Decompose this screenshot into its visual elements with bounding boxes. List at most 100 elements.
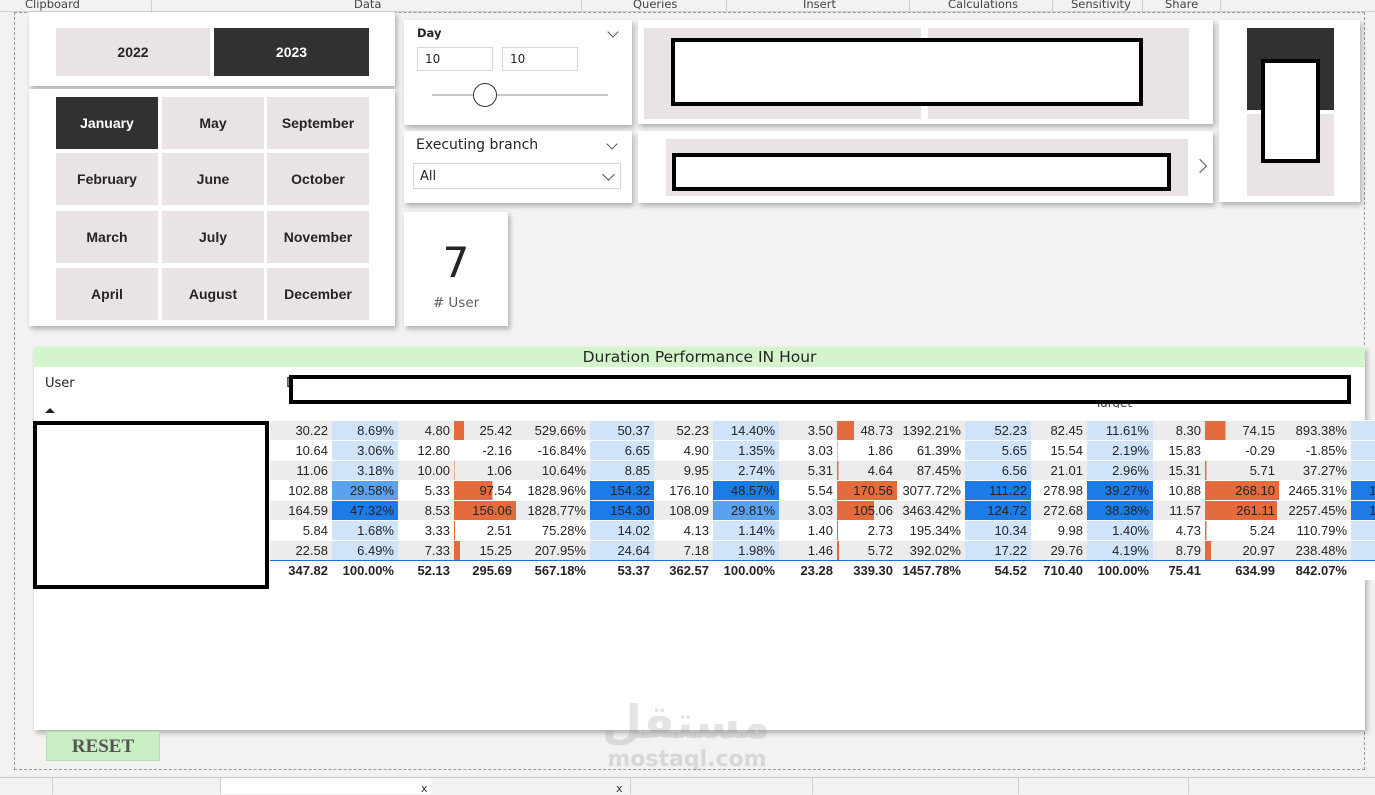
table-cell: 20.97 (1205, 540, 1279, 561)
table-total-cell: 23.28 (779, 560, 837, 580)
table-cell: 15.54 (1031, 440, 1087, 461)
table-cell: 176.10 (654, 480, 713, 501)
table-total-cell: 634.99 (1205, 560, 1279, 580)
ribbon-insert[interactable]: Insert (803, 0, 836, 11)
redacted-visual-right (1219, 20, 1360, 202)
month-june-button[interactable]: June (162, 153, 264, 205)
month-september-button[interactable]: September (267, 97, 369, 149)
month-july-button[interactable]: July (162, 211, 264, 263)
table-cell: 123.99 (1351, 480, 1375, 501)
table-total-cell: 567.18% (516, 560, 590, 580)
month-october-button[interactable]: October (267, 153, 369, 205)
table-cell: 5.65 (965, 440, 1031, 461)
redaction-box-headers (289, 375, 1351, 404)
table-cell: 102.88 (270, 480, 332, 501)
chevron-right-icon[interactable] (1192, 158, 1208, 174)
month-january-button[interactable]: January (56, 97, 158, 149)
month-february-button[interactable]: February (56, 153, 158, 205)
table-row: 11.06 3.18% 10.00 1.06 10.64% 8.85 9.95 2.74% 5.… (270, 460, 1375, 481)
month-april-button[interactable]: April (56, 268, 158, 320)
redaction-box (671, 38, 1143, 106)
close-tab-icon[interactable]: x (421, 782, 428, 795)
day-slider-track[interactable] (432, 94, 608, 96)
matrix-title: Duration Performance IN Hour (34, 347, 1365, 367)
table-cell: 4.90 (654, 440, 713, 461)
day-from-input[interactable]: 10 (417, 47, 493, 71)
month-may-button[interactable]: May (162, 97, 264, 149)
year-2022-button[interactable]: 2022 (56, 28, 210, 76)
table-cell: -16.84% (516, 440, 590, 461)
table-total-cell: 100.00% (332, 560, 398, 580)
ribbon-sensitivity[interactable]: Sensitivity (1071, 0, 1131, 11)
ribbon-share[interactable]: Share (1165, 0, 1198, 11)
table-total-cell: 1457.78% (897, 560, 965, 580)
ribbon-calculations[interactable]: Calculations (948, 0, 1018, 11)
month-slicer: January May September February June Octo… (29, 89, 395, 326)
user-count-value: 7 (442, 238, 470, 287)
table-cell: 4.19% (1087, 540, 1153, 561)
table-cell: 2465.31% (1279, 480, 1351, 501)
table-cell: 7.60 (1351, 460, 1375, 481)
table-cell: 1828.77% (516, 500, 590, 521)
sort-ascending-icon[interactable] (45, 408, 55, 413)
table-cell: 48.57% (713, 480, 779, 501)
table-cell: 7.33 (398, 540, 454, 561)
table-cell: 6.65 (590, 440, 654, 461)
close-tab-icon[interactable]: x (616, 782, 623, 795)
branch-dropdown-value: All (420, 169, 437, 184)
redacted-visual-middle (638, 131, 1213, 203)
table-cell: 1.40% (1087, 520, 1153, 541)
table-cell: 8.53 (398, 500, 454, 521)
ribbon-clipboard[interactable]: Clipboard (25, 0, 80, 11)
table-cell: 30.22 (270, 420, 332, 441)
table-cell: 278.98 (1031, 480, 1087, 501)
branch-slicer-title: Executing branch (416, 137, 539, 153)
table-cell: 2257.45% (1279, 500, 1351, 521)
ribbon-queries[interactable]: Queries (633, 0, 677, 11)
table-cell: 39.27% (1087, 480, 1153, 501)
month-march-button[interactable]: March (56, 211, 158, 263)
table-cell: 8.69% (332, 420, 398, 441)
page-tab-active[interactable] (221, 778, 431, 794)
table-cell: 50.37 (590, 420, 654, 441)
chevron-down-icon[interactable] (606, 138, 618, 150)
table-total-cell: 347.82 (270, 560, 332, 580)
table-cell: 1.06 (454, 460, 516, 481)
table-cell: 108.09 (654, 500, 713, 521)
table-cell: 156.06 (454, 500, 516, 521)
table-row: 22.58 6.49% 7.33 15.25 207.95% 24.64 7.18 1.98%… (270, 540, 1375, 561)
reset-button[interactable]: RESET (46, 731, 160, 761)
table-total-cell: 339.30 (837, 560, 897, 580)
month-august-button[interactable]: August (162, 268, 264, 320)
table-cell: 22.32 (1351, 540, 1375, 561)
table-cell: 97.54 (454, 480, 516, 501)
day-to-input[interactable]: 10 (502, 47, 578, 71)
table-cell: 8.85 (590, 460, 654, 481)
matrix-row-header[interactable]: User (45, 376, 75, 391)
table-cell: 10.34 (965, 520, 1031, 541)
chevron-down-icon (602, 168, 615, 181)
month-december-button[interactable]: December (267, 268, 369, 320)
table-cell: 10.88 (1153, 480, 1205, 501)
branch-dropdown[interactable]: All (413, 163, 621, 189)
table-cell: 3.03 (779, 500, 837, 521)
table-total-cell: 75.41 (1153, 560, 1205, 580)
table-cell: 6.49% (332, 540, 398, 561)
ribbon-data[interactable]: Data (354, 0, 381, 11)
table-cell: 272.68 (1031, 500, 1087, 521)
table-cell: 12.22 (1351, 520, 1375, 541)
table-cell: 4.80 (398, 420, 454, 441)
table-cell: 25.42 (454, 420, 516, 441)
table-cell: 52.23 (654, 420, 713, 441)
month-november-button[interactable]: November (267, 211, 369, 263)
chevron-down-icon[interactable] (607, 26, 619, 38)
table-cell: 7.18 (654, 540, 713, 561)
table-cell: 2.96% (1087, 460, 1153, 481)
table-cell: 1.14% (713, 520, 779, 541)
day-slider-handle[interactable] (473, 83, 497, 107)
year-2023-button[interactable]: 2023 (214, 28, 369, 76)
table-cell: 5.84 (270, 520, 332, 541)
table-row: 5.84 1.68% 3.33 2.51 75.28% 14.02 4.13 1.14% 1.4… (270, 520, 1375, 541)
table-row: 102.88 29.58% 5.33 97.54 1828.96% 154.32 176.1… (270, 480, 1375, 501)
table-cell: 1.86 (837, 440, 897, 461)
